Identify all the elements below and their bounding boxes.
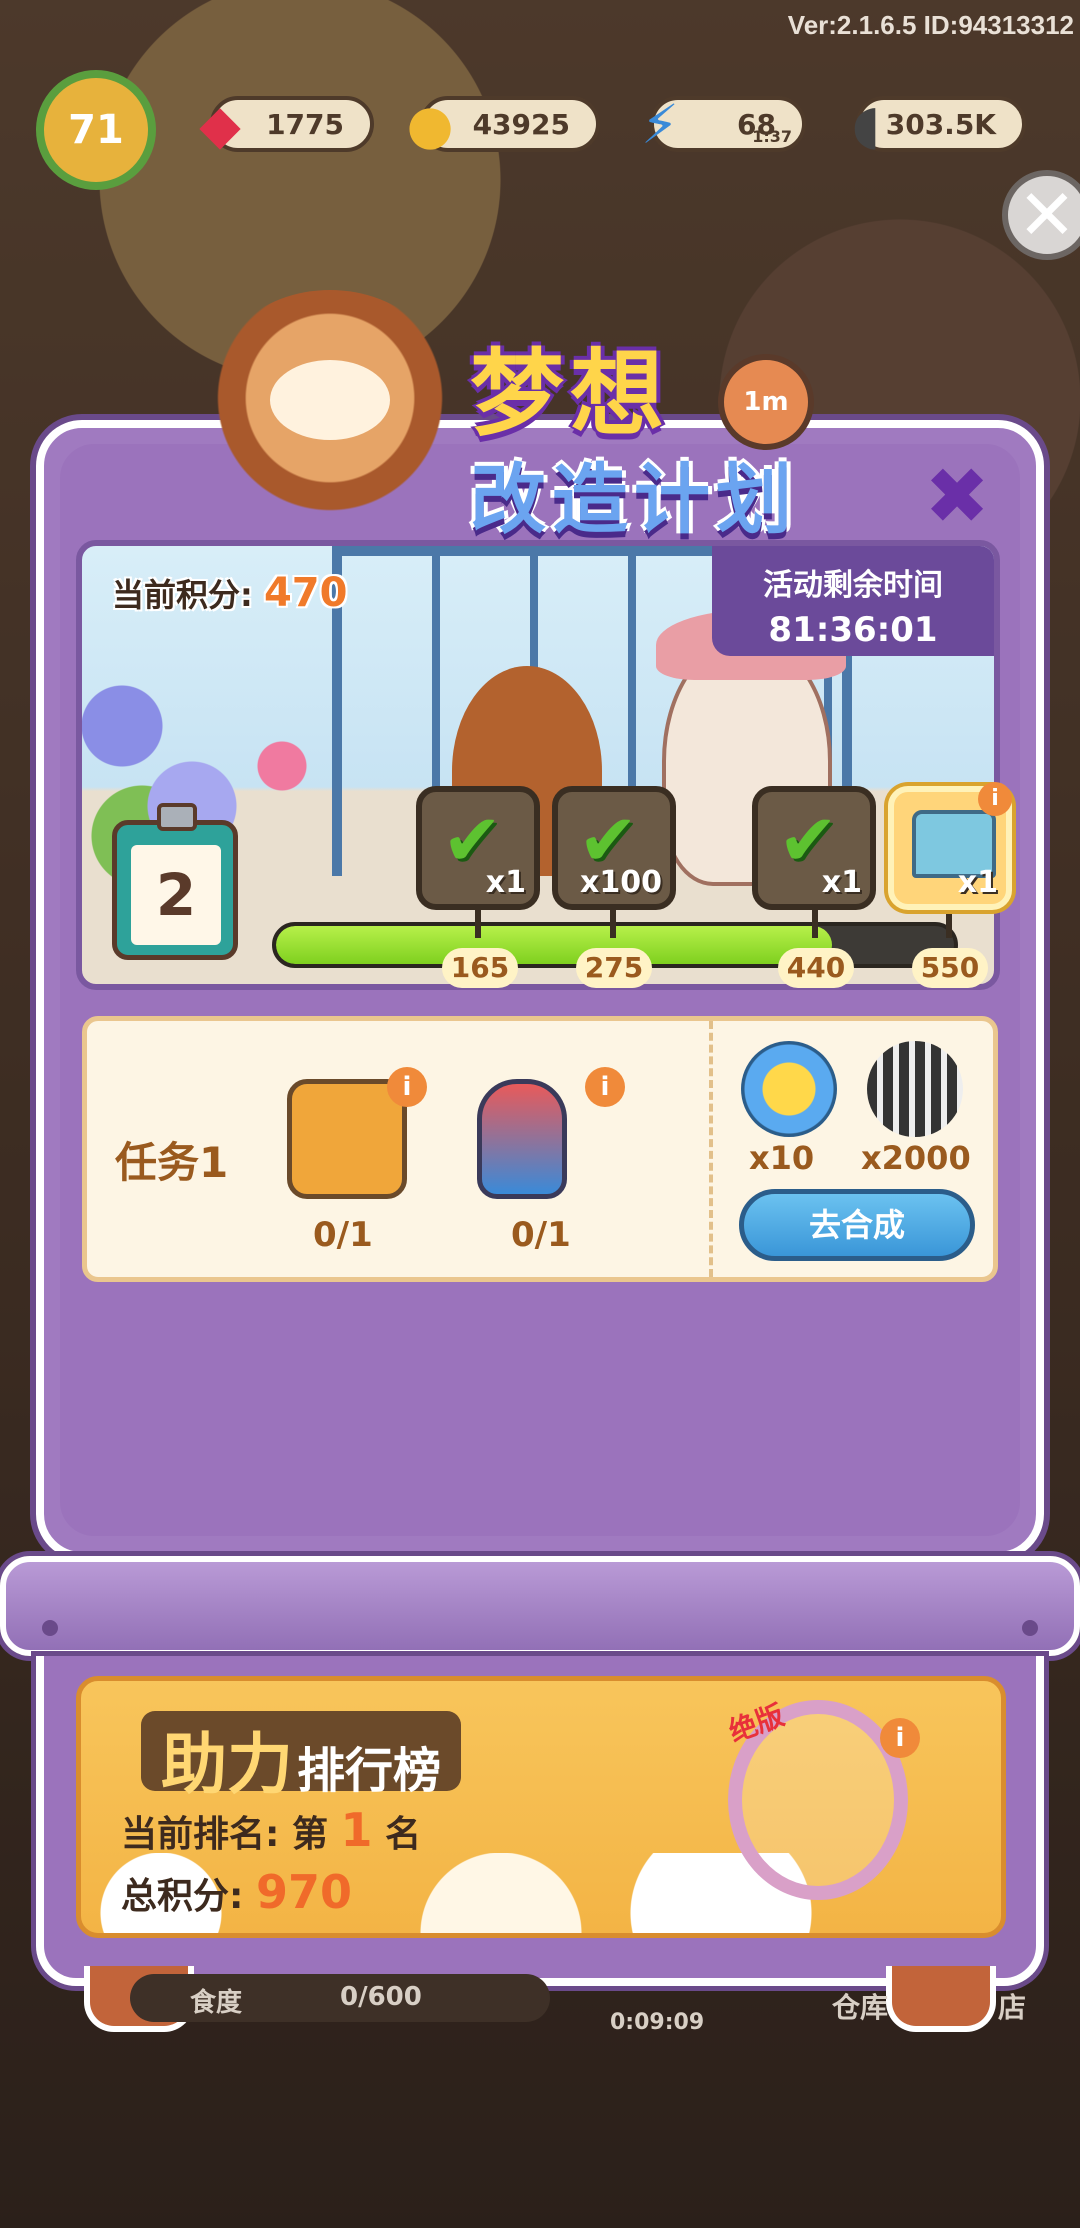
info-icon[interactable]: i	[880, 1718, 920, 1758]
clipboard-clip-icon	[157, 803, 197, 831]
rank-value: 1	[340, 1803, 373, 1857]
total-score-value: 970	[255, 1865, 352, 1919]
task-divider	[709, 1021, 713, 1277]
rank-prefix: 第	[291, 1814, 328, 1855]
reward-amount: x2000	[861, 1139, 971, 1177]
current-score-value: 470	[263, 570, 348, 616]
milestone-threshold: 440	[778, 948, 854, 988]
task-card: 任务1 i 0/1 i 0/1 x10 x2000 去合成	[82, 1016, 998, 1282]
food-bar: 食度 0/600	[130, 1974, 550, 2022]
milestone-pin	[610, 908, 616, 938]
level-badge[interactable]: 71	[36, 70, 156, 190]
milestone-pin	[475, 908, 481, 938]
blue-flower-icon	[741, 1041, 837, 1137]
seed-value: 303.5K	[885, 107, 996, 141]
panel-shelf	[0, 1556, 1080, 1656]
score-progress-fill	[276, 926, 832, 964]
coin-value: 43925	[472, 107, 570, 141]
fox-mascot-image	[200, 290, 460, 530]
stage-number: 2	[131, 845, 221, 945]
rank-suffix: 名	[385, 1814, 422, 1855]
warehouse-tab[interactable]: 仓库	[832, 1986, 888, 2026]
coin-icon: ●	[406, 92, 454, 156]
stage-clipboard[interactable]: 2	[112, 803, 238, 960]
milestone-pin	[946, 908, 952, 938]
shelf-leg	[886, 1966, 996, 2032]
shop-tab[interactable]: 店	[998, 1986, 1026, 2026]
current-score: 当前积分: 470	[112, 570, 347, 616]
milestone-count: x100	[580, 865, 662, 900]
sunflower-seed-icon	[867, 1041, 963, 1137]
version-label: Ver:2.1.6.5 ID:94313312	[787, 10, 1074, 40]
total-score-label: 总积分:	[121, 1876, 244, 1917]
milestone-count: x1	[821, 865, 862, 900]
info-icon[interactable]: i	[585, 1067, 625, 1107]
food-value: 0/600	[340, 1982, 422, 2012]
coin-counter[interactable]: ● 43925	[406, 93, 600, 156]
milestone-reward-4[interactable]: i x1	[888, 782, 1012, 910]
energy-timer: 1:37	[752, 127, 792, 146]
go-synthesize-button[interactable]: 去合成	[739, 1189, 975, 1261]
panel-close-icon[interactable]: ✖	[922, 458, 992, 536]
milestone-count: x1	[485, 865, 526, 900]
milestone-threshold: 550	[912, 948, 988, 988]
shelf-bolt	[42, 1620, 58, 1636]
total-score: 总积分: 970	[121, 1865, 352, 1919]
info-icon[interactable]: i	[387, 1067, 427, 1107]
current-score-label: 当前积分:	[112, 576, 253, 614]
current-rank: 当前排名: 第 1 名	[121, 1803, 421, 1857]
tape-measure-icon: 1m	[718, 354, 814, 450]
milestone-threshold: 165	[442, 948, 518, 988]
ranking-title-small: 排行榜	[297, 1743, 442, 1799]
spray-bottle-icon[interactable]	[477, 1079, 567, 1199]
seed-counter[interactable]: ◖ 303.5K	[852, 93, 1026, 156]
milestone-reward-2[interactable]: ✔ x100	[552, 786, 676, 910]
current-rank-label: 当前排名:	[121, 1814, 280, 1855]
event-timer-label: 活动剩余时间	[763, 568, 943, 603]
sunflower-seed-icon: ◖	[851, 92, 881, 156]
info-icon[interactable]: i	[978, 782, 1012, 816]
task-item-progress: 0/1	[511, 1215, 571, 1255]
energy-counter[interactable]: ⚡ 68 1:37	[641, 93, 806, 156]
event-timer: 活动剩余时间 81:36:01	[712, 546, 994, 656]
mascot-face	[270, 360, 390, 440]
ranking-title: 助力 排行榜	[141, 1711, 462, 1803]
milestone-reward-1[interactable]: ✔ x1	[416, 786, 540, 910]
gem-value: 1775	[266, 107, 344, 141]
shelf-bolt	[1022, 1620, 1038, 1636]
milestone-pin	[812, 908, 818, 938]
event-title-line2: 改造计划	[470, 455, 798, 544]
milestone-reward-3[interactable]: ✔ x1	[752, 786, 876, 910]
bottom-timer: 0:09:09	[610, 2010, 705, 2035]
event-timer-value: 81:36:01	[768, 610, 938, 650]
task-item-progress: 0/1	[313, 1215, 373, 1255]
milestone-threshold: 275	[576, 948, 652, 988]
event-title-line1: 梦想	[470, 340, 671, 449]
task-title: 任务1	[115, 1138, 229, 1187]
reward-amount: x10	[749, 1139, 815, 1177]
energy-icon: ⚡	[641, 92, 679, 156]
ranking-title-big: 助力	[161, 1726, 293, 1803]
food-label: 食度	[190, 1988, 243, 2018]
gem-counter[interactable]: ◆ 1775	[199, 93, 374, 156]
milestone-count: x1	[957, 865, 998, 900]
gem-icon: ◆	[199, 92, 241, 156]
